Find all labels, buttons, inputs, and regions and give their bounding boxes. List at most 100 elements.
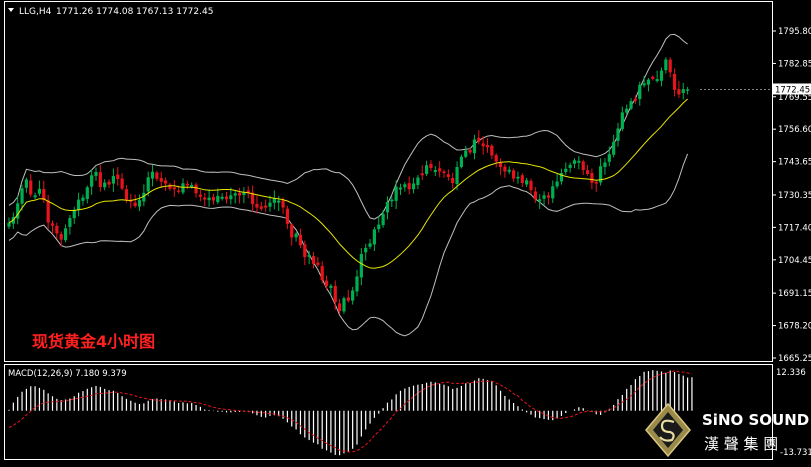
candle-body	[137, 200, 142, 207]
candle-body	[107, 181, 111, 185]
candle	[551, 180, 555, 203]
candle	[264, 199, 268, 212]
candle	[677, 81, 681, 99]
candle	[659, 67, 664, 87]
candle	[407, 176, 411, 195]
candle-body	[442, 171, 446, 174]
candle	[655, 70, 659, 83]
candle-body	[420, 173, 424, 176]
candle-body	[68, 218, 72, 227]
candle-body	[490, 145, 494, 156]
candle-body	[268, 202, 272, 207]
candle-body	[659, 70, 664, 81]
candle	[311, 252, 316, 269]
candle-body	[277, 200, 281, 203]
candle	[520, 173, 524, 188]
price-tick-label: 1665.25	[778, 354, 811, 364]
candle	[507, 166, 511, 175]
candle	[629, 97, 633, 111]
candle	[159, 171, 163, 188]
candle	[394, 180, 398, 210]
candle	[438, 161, 442, 178]
candle-body	[346, 297, 350, 301]
candle-body	[581, 161, 585, 171]
candle-body	[324, 280, 329, 287]
candle-body	[146, 177, 150, 192]
price-tick-label: 1678.20	[778, 322, 811, 332]
price-tick-label: 1691.15	[778, 289, 811, 299]
candle	[446, 169, 450, 181]
candle-body	[385, 202, 390, 213]
candle-body	[85, 187, 89, 200]
candle	[303, 240, 307, 266]
candle-body	[359, 253, 363, 278]
candle-body	[512, 170, 516, 179]
candle	[416, 175, 420, 190]
triangle-down-icon[interactable]	[8, 8, 14, 12]
chart-canvas[interactable]: 1795.801782.851769.551756.601743.651730.…	[0, 0, 811, 463]
candle	[85, 185, 89, 204]
price-tick-label: 1730.35	[778, 191, 811, 201]
candle	[368, 239, 372, 249]
price-tick-label: 1717.40	[778, 223, 811, 233]
candle-body	[603, 162, 607, 167]
candle-body	[294, 233, 298, 238]
macd-label: MACD(12,26,9) 7.180 9.379	[8, 369, 127, 379]
candle-body	[464, 150, 468, 157]
candle-body	[237, 192, 242, 196]
candle	[398, 183, 403, 195]
candle-body	[329, 285, 333, 288]
candle	[242, 187, 246, 204]
candle	[681, 82, 685, 100]
candle-body	[46, 200, 50, 223]
candle	[316, 257, 320, 268]
candle-body	[620, 112, 624, 129]
candle-body	[390, 199, 394, 202]
candle-body	[207, 197, 211, 201]
candle	[98, 164, 102, 192]
candle	[442, 169, 446, 178]
candle	[203, 192, 207, 207]
candle	[55, 222, 59, 239]
macd-axis-bottom: -13.731	[780, 448, 811, 458]
candle	[185, 180, 189, 190]
candle-body	[303, 244, 307, 258]
candle-body	[111, 176, 115, 184]
candle-body	[285, 208, 289, 224]
candle	[620, 106, 624, 132]
candle	[168, 182, 172, 191]
candle-body	[572, 160, 577, 164]
candle	[220, 193, 224, 201]
candle-body	[520, 175, 524, 184]
candle	[599, 158, 603, 186]
candle-body	[529, 180, 533, 191]
candle	[246, 186, 250, 199]
candle-body	[155, 172, 159, 179]
candle	[485, 138, 490, 153]
candle	[90, 169, 94, 195]
candle	[498, 158, 503, 176]
macd-signal-line	[8, 370, 693, 453]
candle	[46, 194, 50, 229]
candle-body	[425, 165, 429, 174]
candle	[237, 187, 242, 204]
candle-body	[507, 169, 511, 172]
candle-body	[133, 202, 137, 207]
candlestick-series	[7, 57, 690, 315]
candle	[172, 179, 176, 197]
chart-window: 1795.80 1782.85 1769.55 1756.60 1743.65 1730.…	[0, 0, 811, 463]
candle-body	[164, 180, 168, 184]
candle-body	[638, 84, 642, 100]
candle	[133, 194, 137, 208]
bollinger-lower-band	[8, 153, 689, 337]
candle-body	[429, 163, 433, 169]
candle	[194, 182, 198, 198]
price-tick-label: 1743.65	[778, 158, 811, 168]
candle-body	[55, 225, 59, 234]
candle-body	[542, 195, 546, 199]
candle	[403, 181, 407, 192]
candle	[686, 86, 690, 95]
candle-body	[568, 164, 572, 168]
candle	[385, 196, 390, 220]
candle	[359, 248, 363, 286]
